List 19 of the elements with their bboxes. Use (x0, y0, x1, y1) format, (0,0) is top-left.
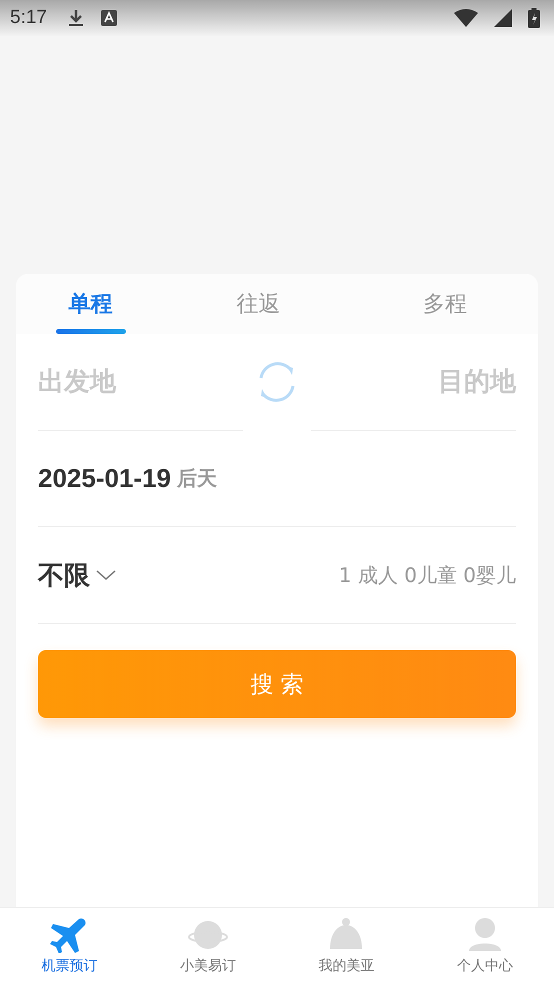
status-time: 5:17 (10, 7, 47, 29)
signal-icon (494, 9, 512, 27)
passenger-count[interactable]: 1 成人 0儿童 0婴儿 (338, 562, 516, 588)
wifi-icon (454, 9, 478, 27)
cabin-class-dropdown[interactable]: 不限 (38, 558, 90, 592)
nav-tab-label[interactable]: 机票预订 (41, 957, 98, 975)
trip-tab[interactable]: 单程 (16, 274, 166, 334)
search-button[interactable]: 搜 索 (38, 650, 516, 718)
keyboard-app-icon (100, 10, 117, 26)
battery-icon (528, 8, 540, 28)
trip-tab[interactable]: 往返 (165, 274, 352, 334)
departure-date[interactable]: 2025-01-19 (38, 462, 171, 494)
trip-tab[interactable]: 多程 (352, 274, 538, 334)
nav-tab-label[interactable]: 我的美亚 (318, 957, 374, 975)
nav-tab-label[interactable]: 小美易订 (180, 957, 236, 975)
chevron-down-icon (96, 569, 116, 581)
download-icon (66, 8, 85, 28)
nav-tab-label[interactable]: 个人中心 (456, 957, 513, 975)
relative-day: 后天 (177, 464, 217, 492)
